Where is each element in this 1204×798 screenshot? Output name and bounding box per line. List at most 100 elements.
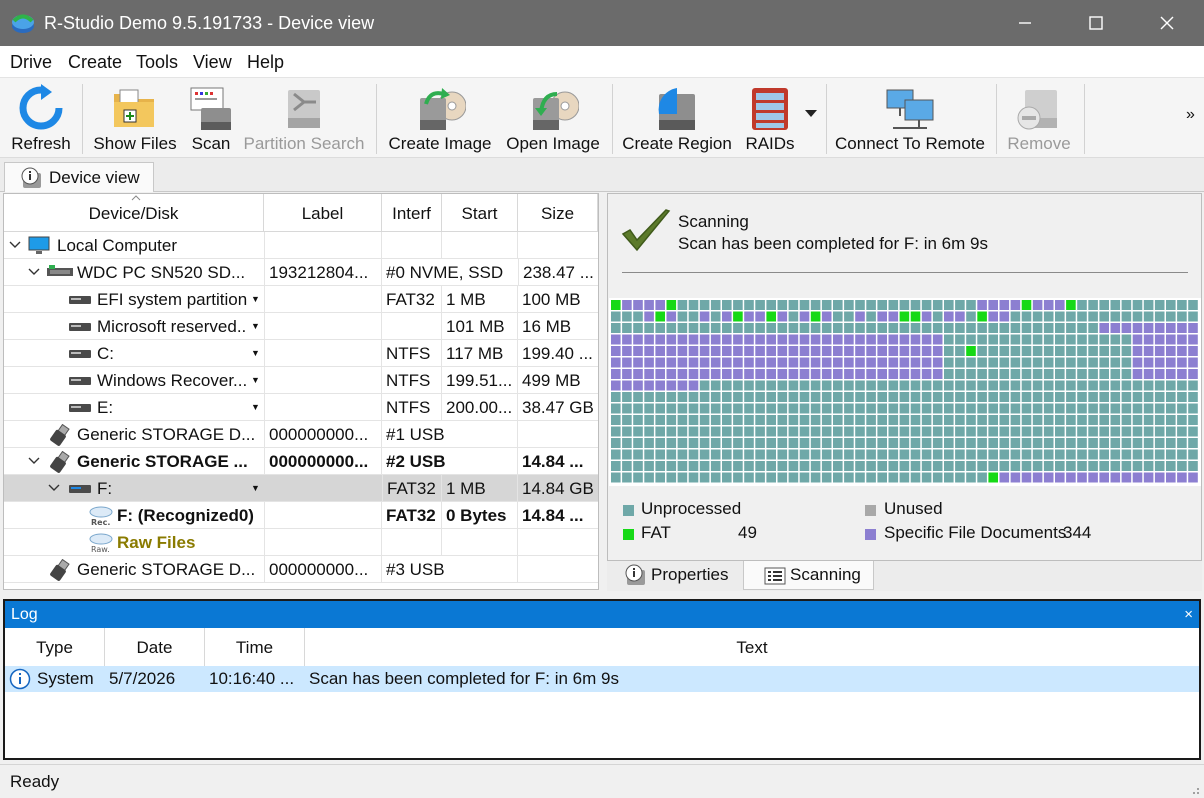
menu-drive[interactable]: Drive (10, 52, 52, 73)
close-button[interactable] (1144, 8, 1190, 38)
raids-button[interactable]: RAIDs (740, 78, 800, 158)
chevron-down-icon[interactable]: ▼ (251, 394, 260, 421)
menu-help[interactable]: Help (247, 52, 284, 73)
tree-row-partition-recovery[interactable]: Windows Recover... ▼ NTFS 199.51... 499 … (4, 367, 598, 394)
log-column-text[interactable]: Text (305, 628, 1199, 666)
scan-map-cell (1099, 380, 1109, 391)
menu-view[interactable]: View (193, 52, 232, 73)
scan-map-cell (777, 369, 788, 379)
column-header-size[interactable]: Size (518, 194, 598, 232)
log-column-date[interactable]: Date (105, 628, 205, 666)
scan-map-cell (1110, 472, 1121, 483)
tree-row-partition-e[interactable]: E: ▼ NTFS 200.00... 38.47 GB (4, 394, 598, 421)
scan-map-cell (699, 472, 710, 483)
scan-map-cell (655, 311, 665, 322)
tree-row-partition-c[interactable]: C: ▼ NTFS 117 MB 199.40 ... (4, 340, 598, 367)
tree-row-local-computer[interactable]: Local Computer (4, 232, 598, 259)
scan-map-cell (699, 380, 710, 391)
tab-scanning[interactable]: Scanning (743, 561, 874, 590)
tree-row-partition-msr[interactable]: Microsoft reserved... ▼ 101 MB 16 MB (4, 313, 598, 340)
scan-map-cell (799, 426, 810, 437)
scan-map-cell (877, 323, 887, 333)
toolbar-overflow-button[interactable]: » (1186, 106, 1195, 124)
column-header-label[interactable]: Label (264, 194, 382, 232)
create-region-button[interactable]: Create Region (620, 78, 734, 158)
remove-button[interactable]: Remove (1004, 78, 1074, 158)
log-close-button[interactable]: × (1184, 601, 1193, 628)
scan-map-cell (1121, 415, 1132, 425)
minimize-button[interactable] (1002, 8, 1048, 38)
scan-map-cell (866, 426, 876, 437)
scan-map-cell (788, 392, 799, 402)
scan-map-cell (722, 311, 732, 322)
chevron-down-icon[interactable]: ▼ (251, 313, 260, 340)
scan-map-cell (1110, 323, 1121, 333)
refresh-button[interactable]: Refresh (5, 78, 77, 158)
chevron-down-icon[interactable]: ▼ (251, 286, 260, 313)
chevron-down-icon[interactable]: ▼ (251, 475, 260, 502)
log-column-type[interactable]: Type (5, 628, 105, 666)
tree-row-disk-wdc[interactable]: WDC PC SN520 SD... 193212804... #0 NVME,… (4, 259, 598, 286)
tab-properties[interactable]: Properties (613, 561, 743, 590)
scan-button[interactable]: Scan (183, 78, 239, 158)
scan-map-cell (1077, 392, 1087, 402)
scan-map-cell (1066, 461, 1076, 471)
tree-row-usb-3[interactable]: Generic STORAGE D... 000000000... #3 USB (4, 556, 598, 583)
tree-row-usb-1[interactable]: Generic STORAGE D... 000000000... #1 USB (4, 421, 598, 448)
show-files-button[interactable]: Show Files (90, 78, 180, 158)
menu-tools[interactable]: Tools (136, 52, 178, 73)
scan-map-cell (910, 300, 921, 310)
scan-map-cell (799, 311, 810, 322)
open-image-button[interactable]: Open Image (502, 78, 604, 158)
scan-map-cell (1077, 415, 1087, 425)
scan-map-cell (611, 357, 621, 368)
tree-row-raw-files[interactable]: Raw. Raw Files (4, 529, 598, 556)
scan-map-cell (766, 346, 776, 356)
menu-create[interactable]: Create (68, 52, 122, 73)
scan-map-cell (1021, 415, 1032, 425)
scan-map-cell (844, 334, 854, 345)
scan-map-cell (1032, 449, 1043, 460)
scan-map-cell (799, 415, 810, 425)
scan-map-cell (944, 323, 954, 333)
scan-map-cell (999, 346, 1010, 356)
scan-map-cell (733, 323, 743, 333)
tree-row-recognized-partition[interactable]: Rec. F: (Recognized0) FAT32 0 Bytes 14.8… (4, 502, 598, 529)
scan-map-cell (644, 323, 654, 333)
scan-map-cell (1132, 300, 1143, 310)
chevron-down-icon[interactable]: ▼ (251, 367, 260, 394)
tree-row-usb-2[interactable]: Generic STORAGE ... 000000000... #2 USB … (4, 448, 598, 475)
scan-map-cell (622, 461, 632, 471)
scan-map-cell (1099, 472, 1109, 483)
create-image-button[interactable]: Create Image (384, 78, 496, 158)
maximize-button[interactable] (1073, 8, 1119, 38)
scan-map-cell (722, 334, 732, 345)
scan-map-cell (688, 438, 699, 448)
scan-map-cell (1188, 323, 1198, 333)
scan-map-cell (810, 392, 821, 402)
log-row[interactable]: System 5/7/2026 10:16:40 ... Scan has be… (5, 666, 1199, 692)
column-header-interface[interactable]: Interf (382, 194, 442, 232)
scan-map-cell (699, 426, 710, 437)
scan-map-cell (666, 392, 677, 402)
tree-row-partition-efi[interactable]: EFI system partition ▼ FAT32 1 MB 100 MB (4, 286, 598, 313)
scan-map-cell (1021, 380, 1032, 391)
scan-map-cell (977, 369, 987, 379)
partition-search-button[interactable]: Partition Search (242, 78, 366, 158)
connect-to-remote-button[interactable]: Connect To Remote (834, 78, 986, 158)
column-header-start[interactable]: Start (442, 194, 518, 232)
tree-row-partition-f[interactable]: F: ▼ FAT32 1 MB 14.84 GB (4, 475, 598, 502)
scan-map-cell (622, 369, 632, 379)
scan-map-cell (788, 380, 799, 391)
tab-device-view[interactable]: Device view (4, 162, 154, 192)
scan-map-cell (1143, 438, 1154, 448)
resize-grip-icon[interactable] (1188, 783, 1200, 795)
scan-map-cell (677, 323, 688, 333)
chevron-down-icon[interactable]: ▼ (251, 340, 260, 367)
log-column-time[interactable]: Time (205, 628, 305, 666)
scan-map-cell (1099, 392, 1109, 402)
collapse-icon (28, 457, 40, 464)
scan-map-cell (1066, 449, 1076, 460)
raids-dropdown-button[interactable] (801, 78, 821, 158)
scan-map-cell (1099, 426, 1109, 437)
